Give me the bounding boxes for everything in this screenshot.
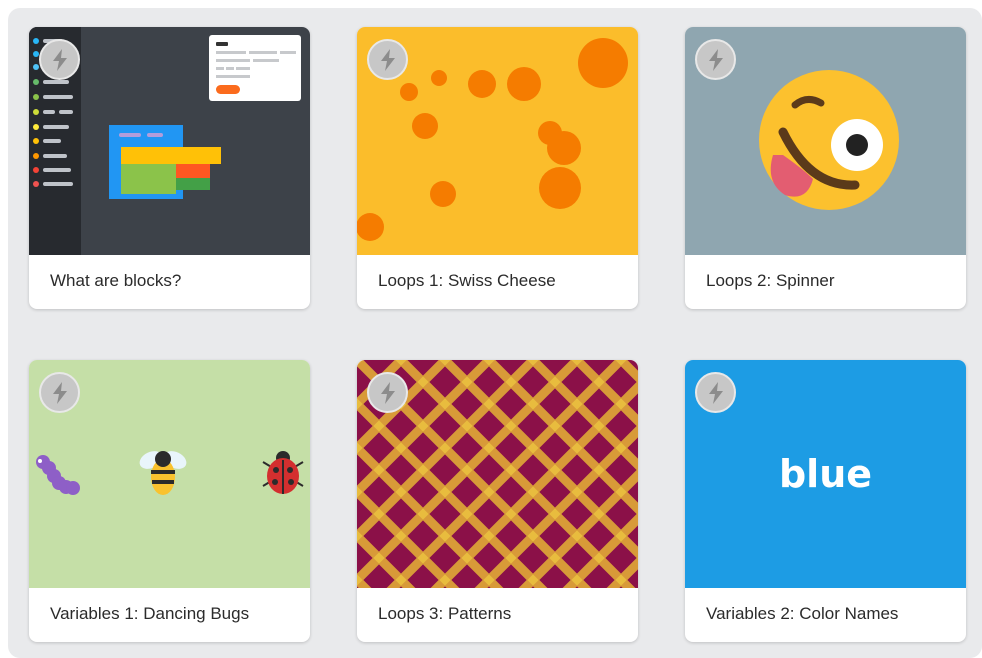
lesson-card-color-names[interactable]: blue Variables 2: Color Names	[685, 360, 966, 642]
lesson-title: Variables 1: Dancing Bugs	[50, 604, 250, 623]
lesson-title: Variables 2: Color Names	[706, 604, 899, 623]
lesson-title: Loops 2: Spinner	[706, 271, 835, 290]
lesson-title: Loops 3: Patterns	[378, 604, 512, 623]
lesson-card-patterns[interactable]: Loops 3: Patterns	[357, 360, 638, 642]
lesson-card-swiss-cheese[interactable]: Loops 1: Swiss Cheese	[357, 27, 638, 309]
lesson-title: Loops 1: Swiss Cheese	[378, 271, 556, 290]
lesson-card-dancing-bugs[interactable]: Variables 1: Dancing Bugs	[29, 360, 310, 642]
lightning-icon	[367, 39, 408, 80]
lightning-icon	[695, 39, 736, 80]
lightning-icon	[695, 372, 736, 413]
lesson-card-what-are-blocks[interactable]: What are blocks?	[29, 27, 310, 309]
lightning-icon	[39, 39, 80, 80]
lightning-icon	[367, 372, 408, 413]
lesson-title: What are blocks?	[50, 271, 182, 290]
lightning-icon	[39, 372, 80, 413]
lesson-card-spinner[interactable]: Loops 2: Spinner	[685, 27, 966, 309]
